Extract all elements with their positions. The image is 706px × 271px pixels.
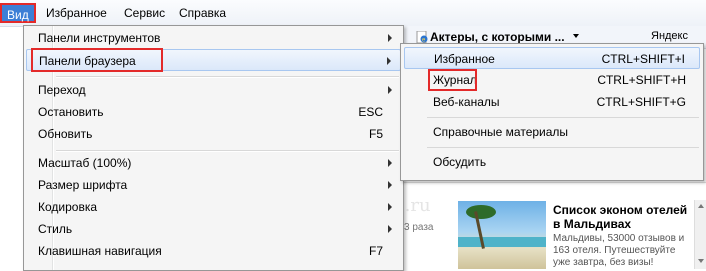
view-menu: Панели инструментов Панели браузера Пере… xyxy=(23,25,404,271)
menu-item-label: Размер шрифта xyxy=(38,178,128,192)
menu-help[interactable]: Справка xyxy=(174,5,231,21)
chevron-down-icon[interactable] xyxy=(573,34,579,38)
menu-item-shortcut: F7 xyxy=(368,244,383,258)
scroll-up-icon[interactable] xyxy=(698,204,704,208)
menu-item-stop[interactable]: Остановить ESC xyxy=(26,101,401,123)
menu-item-label: Переход xyxy=(38,83,86,97)
menu-item-go[interactable]: Переход xyxy=(26,79,401,101)
menu-bar: Вид Избранное Сервис Справка xyxy=(0,0,706,27)
submenu-arrow-icon xyxy=(388,203,392,211)
menu-item-toolbars[interactable]: Панели инструментов xyxy=(26,27,401,49)
ad-title[interactable]: Список эконом отелей в Мальдивах xyxy=(553,203,693,231)
scrollbar[interactable] xyxy=(694,200,706,269)
menu-item-style[interactable]: Стиль xyxy=(26,218,401,240)
menu-tools[interactable]: Сервис xyxy=(119,5,170,21)
submenu-item-shortcut: CTRL+SHIFT+G xyxy=(596,95,686,109)
submenu-item-favorites[interactable]: Избранное CTRL+SHIFT+I xyxy=(404,47,700,69)
submenu-arrow-icon xyxy=(388,34,392,42)
ad-thumbnail[interactable] xyxy=(458,201,546,269)
submenu-arrow-icon xyxy=(388,225,392,233)
menu-item-refresh[interactable]: Обновить F5 xyxy=(26,123,401,145)
favorites-bar-item[interactable]: Актеры, с которыми ... xyxy=(430,30,565,44)
submenu-item-research[interactable]: Справочные материалы xyxy=(404,121,700,143)
highlight-history xyxy=(428,69,477,91)
menu-separator xyxy=(56,76,399,78)
browser-bars-submenu: Избранное CTRL+SHIFT+I Журнал CTRL+SHIFT… xyxy=(400,43,704,181)
highlight-browser-bars xyxy=(31,48,163,72)
yandex-link[interactable]: Яндекс xyxy=(651,30,688,42)
menu-item-label: Кодировка xyxy=(38,200,98,214)
palm-leaves-shape xyxy=(466,205,496,219)
menu-item-caret-browsing[interactable]: Клавишная навигация F7 xyxy=(26,240,401,262)
menu-item-encoding[interactable]: Кодировка xyxy=(26,196,401,218)
submenu-arrow-icon xyxy=(388,159,392,167)
menu-item-label: Стиль xyxy=(38,222,73,236)
submenu-item-label: Веб-каналы xyxy=(433,95,500,109)
content-divider xyxy=(402,182,706,183)
scroll-down-icon[interactable] xyxy=(698,259,704,263)
ie-page-icon: e xyxy=(416,31,428,43)
menu-item-shortcut: F5 xyxy=(368,127,383,141)
menu-item-label: Масштаб (100%) xyxy=(38,156,132,170)
submenu-item-shortcut: CTRL+SHIFT+I xyxy=(601,52,685,66)
menu-view[interactable]: Вид xyxy=(0,3,36,23)
ad-text: Мальдивы, 53000 отзывов и 163 отеля. Пут… xyxy=(553,233,685,268)
submenu-arrow-icon xyxy=(387,57,391,65)
sea-shape xyxy=(458,237,546,247)
submenu-item-shortcut: CTRL+SHIFT+H xyxy=(597,73,686,87)
count-text: 3 раза xyxy=(404,222,434,233)
menu-favorites[interactable]: Избранное xyxy=(41,5,112,21)
submenu-arrow-icon xyxy=(388,181,392,189)
menu-item-label: Клавишная навигация xyxy=(38,244,162,258)
menu-item-text-size[interactable]: Размер шрифта xyxy=(26,174,401,196)
submenu-separator xyxy=(427,117,699,118)
menu-item-label: Остановить xyxy=(38,105,104,119)
submenu-arrow-icon xyxy=(388,86,392,94)
submenu-item-label: Обсудить xyxy=(433,155,487,169)
submenu-item-label: Справочные материалы xyxy=(433,125,569,139)
submenu-item-label: Избранное xyxy=(434,52,495,66)
menu-item-label: Обновить xyxy=(38,127,93,141)
submenu-item-feeds[interactable]: Веб-каналы CTRL+SHIFT+G xyxy=(404,91,700,113)
submenu-separator xyxy=(427,147,699,148)
submenu-item-discuss[interactable]: Обсудить xyxy=(404,151,700,173)
menu-item-zoom[interactable]: Масштаб (100%) xyxy=(26,152,401,174)
menu-item-shortcut: ESC xyxy=(358,105,383,119)
menu-item-label: Панели инструментов xyxy=(38,31,161,45)
